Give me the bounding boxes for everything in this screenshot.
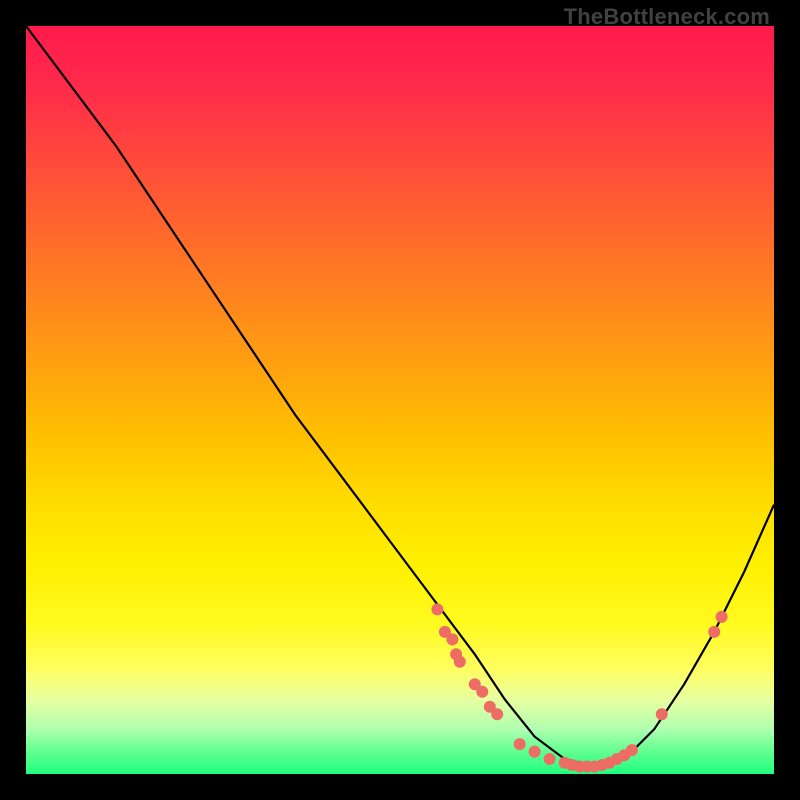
data-marker xyxy=(708,626,720,638)
data-marker xyxy=(514,738,526,750)
data-marker xyxy=(544,753,556,765)
data-marker xyxy=(626,744,638,756)
chart-svg xyxy=(26,26,774,774)
data-marker xyxy=(491,708,503,720)
data-markers xyxy=(431,603,727,772)
data-marker xyxy=(656,708,668,720)
data-marker xyxy=(454,656,466,668)
data-marker xyxy=(716,611,728,623)
data-marker xyxy=(476,686,488,698)
data-marker xyxy=(529,746,541,758)
bottleneck-curve xyxy=(26,26,774,767)
data-marker xyxy=(431,603,443,615)
data-marker xyxy=(446,633,458,645)
